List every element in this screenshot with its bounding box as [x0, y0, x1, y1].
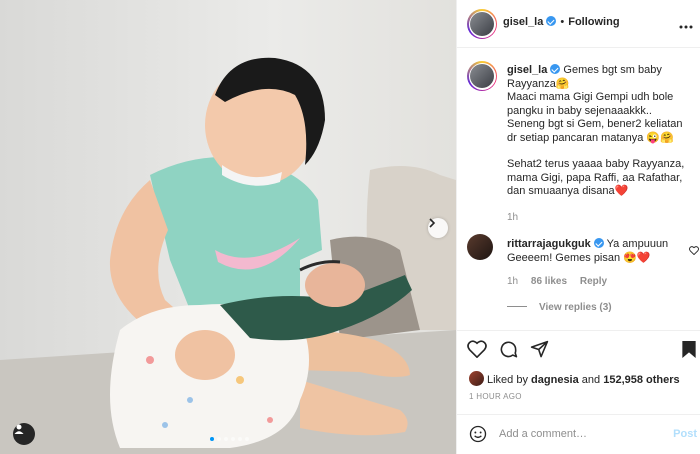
post-header: gisel_la • Following: [457, 0, 700, 48]
more-icon[interactable]: [679, 18, 693, 32]
post-button[interactable]: Post: [673, 428, 697, 440]
verified-icon: [550, 64, 561, 74]
caption-line-3: Seneng bgt si Gem, bener2 keliatan dr se…: [507, 118, 683, 144]
comment: rittarrajagukguk Ya ampuuun Geeeem! Geme…: [507, 238, 683, 289]
next-arrow-icon: [429, 218, 436, 228]
comments-list[interactable]: gisel_la Gemes bgt sm baby Rayyanza🤗 Maa…: [457, 48, 700, 330]
comment-input[interactable]: [499, 425, 659, 443]
carousel-dot: [217, 437, 221, 441]
comment-time[interactable]: 1h: [507, 276, 518, 287]
carousel-dot: [231, 437, 235, 441]
verified-icon: [593, 238, 604, 248]
heart-icon[interactable]: [467, 340, 487, 361]
view-replies-button[interactable]: View replies (3): [507, 302, 612, 313]
carousel-dot: [224, 437, 228, 441]
emoji-icon[interactable]: [469, 425, 487, 446]
comment-meta: 1h 86 likes Reply: [507, 275, 683, 289]
user-tag-button[interactable]: [13, 423, 35, 445]
liked-by-joiner: and: [581, 374, 601, 386]
commenter-username[interactable]: rittarrajagukguk: [507, 238, 591, 250]
photo-illustration: [0, 0, 456, 454]
author-line: gisel_la • Following: [503, 16, 620, 28]
post-photo[interactable]: [0, 0, 456, 454]
carousel-dots: [210, 437, 249, 441]
user-tag-icon: [14, 424, 24, 434]
comment-icon[interactable]: [499, 340, 518, 362]
comment-heart-icon[interactable]: [689, 246, 699, 258]
view-replies-line: [507, 306, 527, 307]
liker-avatar[interactable]: [469, 371, 484, 386]
caption-line-4: [507, 145, 695, 158]
post-timestamp[interactable]: 1 HOUR AGO: [469, 392, 522, 401]
caption-avatar[interactable]: [467, 61, 497, 91]
liked-by-prefix: Liked by: [487, 374, 528, 386]
commenter-avatar[interactable]: [467, 234, 493, 260]
caption-line-5: Sehat2 terus yaaaa baby Rayyanza, mama G…: [507, 158, 685, 197]
add-comment-bar: Post: [457, 414, 700, 454]
liked-by: Liked by dagnesia and 152,958 others: [487, 374, 680, 386]
liked-by-others[interactable]: 152,958 others: [603, 374, 679, 386]
verified-icon: [546, 16, 557, 26]
carousel-dot: [238, 437, 242, 441]
caption-username[interactable]: gisel_la: [507, 64, 547, 76]
separator: •: [560, 16, 565, 28]
caption: gisel_la Gemes bgt sm baby Rayyanza🤗 Maa…: [507, 64, 695, 224]
following-button[interactable]: Following: [568, 16, 619, 28]
reply-button[interactable]: Reply: [580, 276, 607, 287]
carousel-dot: [210, 437, 214, 441]
author-username[interactable]: gisel_la: [503, 16, 543, 28]
instagram-post-modal: gisel_la • Following gisel_la Gemes bgt sm…: [0, 0, 700, 454]
post-actions: Liked by dagnesia and 152,958 others 1 H…: [457, 330, 700, 414]
post-sidebar: gisel_la • Following gisel_la Gemes bgt sm…: [456, 0, 700, 454]
liked-by-user[interactable]: dagnesia: [531, 374, 579, 386]
carousel-dot: [245, 437, 249, 441]
author-avatar[interactable]: [467, 9, 497, 39]
caption-line-2: Maaci mama Gigi Gempi udh bole pangku in…: [507, 91, 674, 117]
caption-time[interactable]: 1h: [507, 211, 695, 225]
view-replies-label: View replies (3): [539, 302, 612, 313]
bookmark-icon[interactable]: [681, 340, 697, 362]
comment-likes[interactable]: 86 likes: [531, 276, 567, 287]
next-photo-button[interactable]: [428, 218, 448, 238]
share-icon[interactable]: [530, 340, 549, 362]
